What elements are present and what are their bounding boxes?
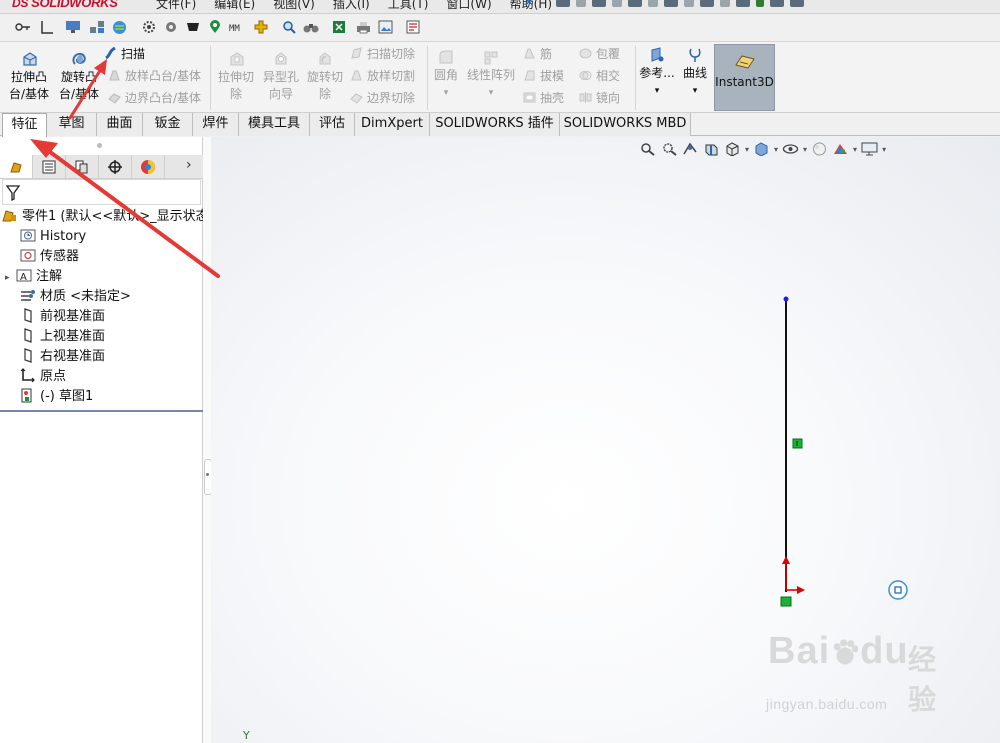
annotation-arrow (68, 59, 107, 120)
sketch-origin-icon[interactable] (780, 556, 805, 607)
watermark-brand: Bai du (768, 630, 909, 672)
paw-icon (832, 639, 859, 665)
coordinate-point-icon[interactable] (888, 580, 908, 600)
watermark-url: jingyan.baidu.com (766, 696, 888, 712)
baidu-watermark: Bai du 经验 jingyan.baidu.com (760, 624, 960, 724)
watermark-suffix: 经验 (908, 644, 937, 715)
y-axis-label: Y (242, 729, 250, 742)
vertical-relation-glyph (796, 441, 798, 446)
annotation-arrow (30, 139, 220, 278)
sketch-endpoint[interactable] (783, 296, 789, 302)
